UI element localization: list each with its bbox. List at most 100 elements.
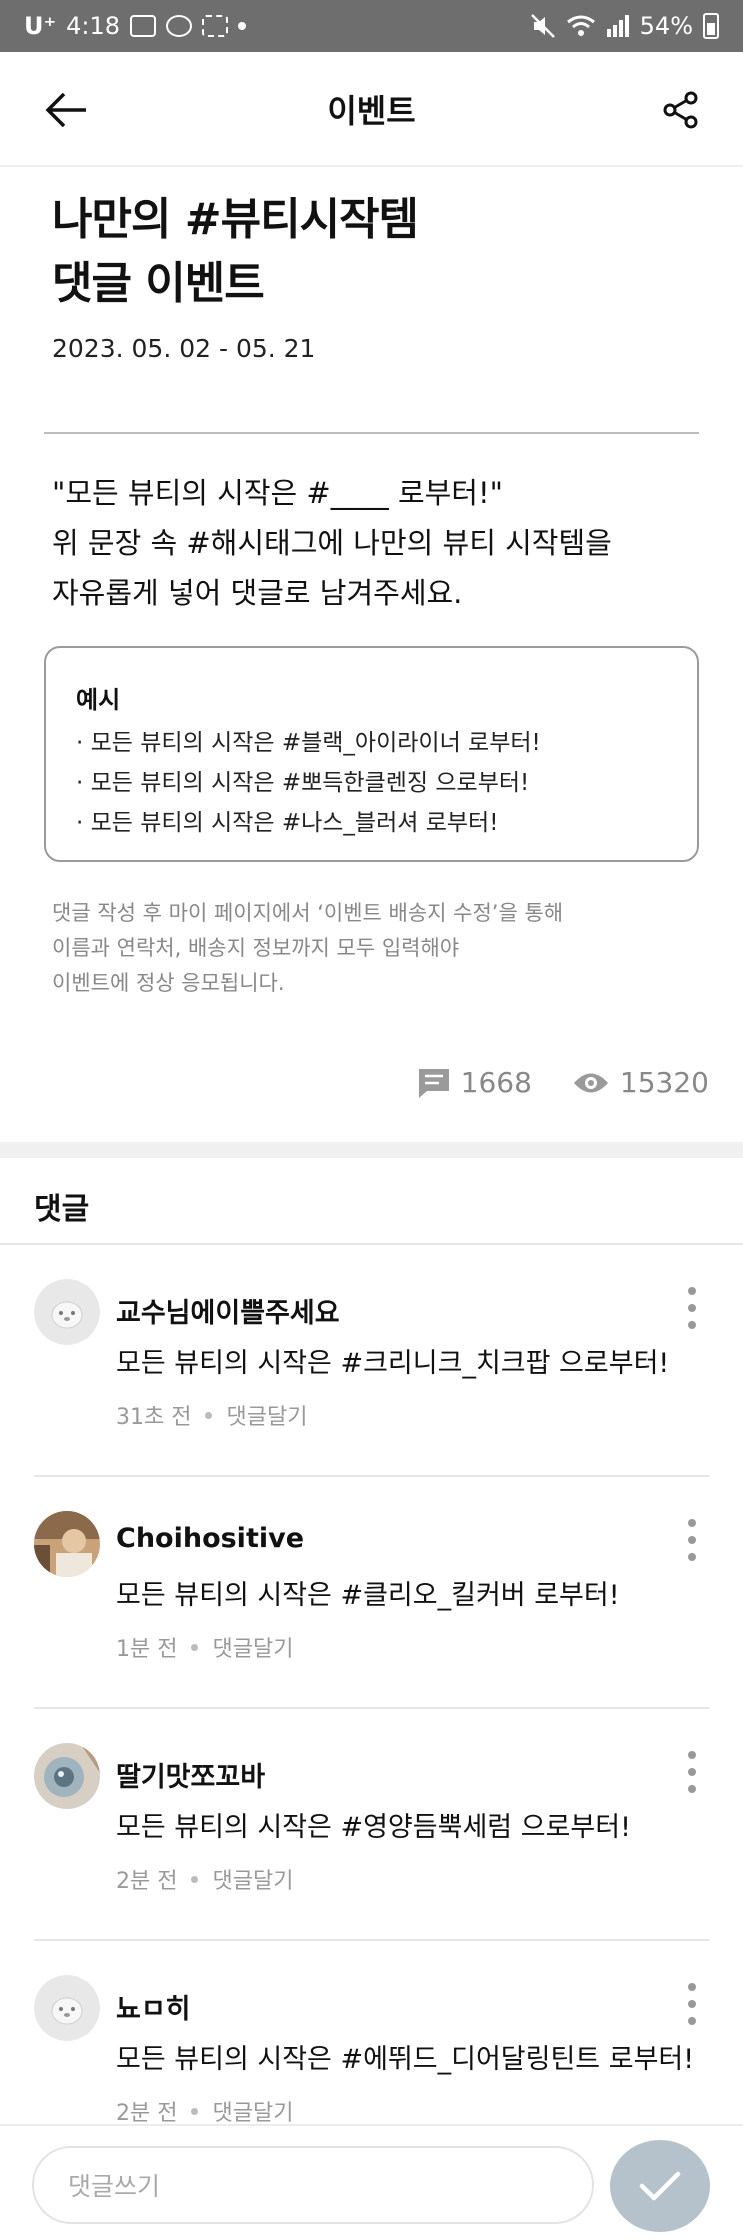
comment-count-value: 1668 — [460, 1066, 532, 1099]
description-line: 자유롭게 넣어 댓글로 남겨주세요. — [52, 576, 463, 610]
comment-item: 딸기맛쪼꼬바 모든 뷰티의 시작은 #영양듬뿍세럼 으로부터! 2분 전 댓글달… — [0, 1709, 743, 1941]
example-title: 예시 — [76, 686, 121, 714]
kebab-dot — [688, 1287, 696, 1295]
kebab-dot — [688, 1519, 696, 1527]
battery-percent: 54% — [639, 12, 693, 40]
comment-time: 31초 전 — [116, 1405, 192, 1430]
avatar[interactable] — [34, 1511, 100, 1577]
comment-time: 1분 전 — [116, 1637, 178, 1662]
kebab-dot — [688, 1768, 696, 1776]
profile-photo-icon — [34, 1743, 100, 1809]
kebab-dot — [688, 1983, 696, 1991]
profile-photo-icon — [34, 1511, 100, 1577]
signal-icon — [606, 15, 629, 37]
app-header: 이벤트 — [0, 52, 743, 167]
kebab-dot — [688, 1553, 696, 1561]
more-options-button[interactable] — [677, 1747, 707, 1797]
status-bar: U⁺ 4:18 54% — [0, 0, 743, 52]
comment-meta: 1분 전 댓글달기 — [116, 1631, 293, 1663]
kebab-dot — [688, 2017, 696, 2025]
commenter-name[interactable]: Choihositive — [116, 1523, 304, 1554]
more-options-button[interactable] — [677, 1283, 707, 1333]
separator-dot — [191, 1643, 199, 1651]
comment-input[interactable]: 댓글쓰기 — [32, 2146, 594, 2224]
wifi-icon — [566, 15, 595, 36]
reply-button[interactable]: 댓글달기 — [212, 2095, 293, 2127]
comment-text: 모든 뷰티의 시작은 #영양듬뿍세럼 으로부터! — [116, 1812, 631, 1843]
event-date: 2023. 05. 02 - 05. 21 — [52, 334, 316, 363]
comment-text: 모든 뷰티의 시작은 #크리니크_치크팝 으로부터! — [116, 1348, 670, 1379]
default-avatar-icon — [34, 1975, 100, 2041]
notice-line: 이름과 연락처, 배송지 정보까지 모두 입력해야 — [52, 936, 460, 960]
screenshot-icon — [202, 15, 229, 37]
comment-text: 모든 뷰티의 시작은 #클리오_킬커버 로부터! — [116, 1580, 620, 1611]
divider — [44, 432, 699, 434]
commenter-name[interactable]: 딸기맛쪼꼬바 — [116, 1755, 265, 1794]
eye-icon — [573, 1073, 608, 1092]
kebab-dot — [688, 1785, 696, 1793]
kebab-dot — [688, 1536, 696, 1544]
example-item: · 모든 뷰티의 시작은 #나스_블러셔 로부터! — [76, 810, 499, 836]
notice-line: 이벤트에 정상 응모됩니다. — [52, 971, 285, 995]
submit-comment-button[interactable] — [610, 2140, 710, 2232]
comment-input-bar: 댓글쓰기 — [0, 2124, 743, 2240]
notice-line: 댓글 작성 후 마이 페이지에서 ‘이벤트 배송지 수정’을 통해 — [52, 901, 564, 925]
carrier-label: U⁺ — [24, 12, 57, 40]
commenter-name[interactable]: 교수님에이쁠주세요 — [116, 1291, 340, 1330]
comment-icon — [418, 1068, 449, 1098]
comment-time: 2분 전 — [116, 1869, 178, 1894]
avatar[interactable] — [34, 1279, 100, 1345]
clock: 4:18 — [66, 12, 121, 40]
section-separator — [0, 1142, 743, 1158]
kebab-dot — [688, 1321, 696, 1329]
comment-text: 모든 뷰티의 시작은 #에뛰드_디어달링틴트 로부터! — [116, 2044, 695, 2075]
example-box: 예시 · 모든 뷰티의 시작은 #블랙_아이라이너 로부터! · 모든 뷰티의 … — [44, 646, 699, 862]
entry-notice: 댓글 작성 후 마이 페이지에서 ‘이벤트 배송지 수정’을 통해 이름과 연락… — [52, 896, 563, 1001]
more-options-button[interactable] — [677, 1515, 707, 1565]
comment-item: Choihositive 모든 뷰티의 시작은 #클리오_킬커버 로부터! 1분… — [0, 1477, 743, 1709]
comment-meta: 2분 전 댓글달기 — [116, 1863, 293, 1895]
comment-meta: 2분 전 댓글달기 — [116, 2095, 293, 2127]
view-count-value: 15320 — [619, 1066, 709, 1099]
avatar[interactable] — [34, 1975, 100, 2041]
example-item: · 모든 뷰티의 시작은 #뽀득한클렌징 으로부터! — [76, 770, 530, 796]
talk-icon — [166, 15, 193, 37]
default-avatar-icon — [34, 1279, 100, 1345]
reply-button[interactable]: 댓글달기 — [212, 1631, 293, 1663]
mute-icon — [530, 14, 555, 38]
description-line: 위 문장 속 #해시태그에 나만의 뷰티 시작템을 — [52, 526, 612, 560]
share-button[interactable] — [655, 84, 707, 136]
check-icon — [639, 2171, 681, 2201]
comments-title: 댓글 — [34, 1192, 90, 1227]
comment-count: 1668 — [417, 1066, 532, 1099]
example-item: · 모든 뷰티의 시작은 #블랙_아이라이너 로부터! — [76, 730, 541, 756]
event-stats: 1668 15320 — [417, 1066, 709, 1099]
notification-dot-icon — [238, 22, 247, 30]
separator-dot — [191, 1875, 199, 1883]
kebab-dot — [688, 1304, 696, 1312]
reply-button[interactable]: 댓글달기 — [226, 1399, 307, 1431]
more-options-button[interactable] — [677, 1979, 707, 2029]
avatar[interactable] — [34, 1743, 100, 1809]
separator-dot — [191, 2107, 199, 2115]
event-title: 나만의 #뷰티시작템 댓글 이벤트 — [52, 188, 419, 316]
comment-meta: 31초 전 댓글달기 — [116, 1399, 307, 1431]
description-line: "모든 뷰티의 시작은 #____ 로부터!" — [52, 476, 503, 510]
share-icon — [663, 91, 698, 129]
event-title-line1: 나만의 #뷰티시작템 — [52, 194, 419, 245]
kebab-dot — [688, 1751, 696, 1759]
page-title: 이벤트 — [327, 91, 416, 130]
comment-item: 교수님에이쁠주세요 모든 뷰티의 시작은 #크리니크_치크팝 으로부터! 31초… — [0, 1245, 743, 1477]
gallery-icon — [130, 15, 157, 37]
event-title-line2: 댓글 이벤트 — [52, 258, 265, 309]
reply-button[interactable]: 댓글달기 — [212, 1863, 293, 1895]
commenter-name[interactable]: 뇨ㅁ히 — [116, 1987, 191, 2026]
view-count: 15320 — [572, 1066, 709, 1099]
comment-time: 2분 전 — [116, 2101, 178, 2126]
back-button[interactable] — [40, 84, 92, 136]
arrow-left-icon — [45, 92, 86, 128]
separator-dot — [205, 1411, 213, 1419]
battery-icon — [703, 13, 719, 39]
kebab-dot — [688, 2000, 696, 2008]
event-description: "모든 뷰티의 시작은 #____ 로부터!" 위 문장 속 #해시태그에 나만… — [52, 468, 612, 618]
